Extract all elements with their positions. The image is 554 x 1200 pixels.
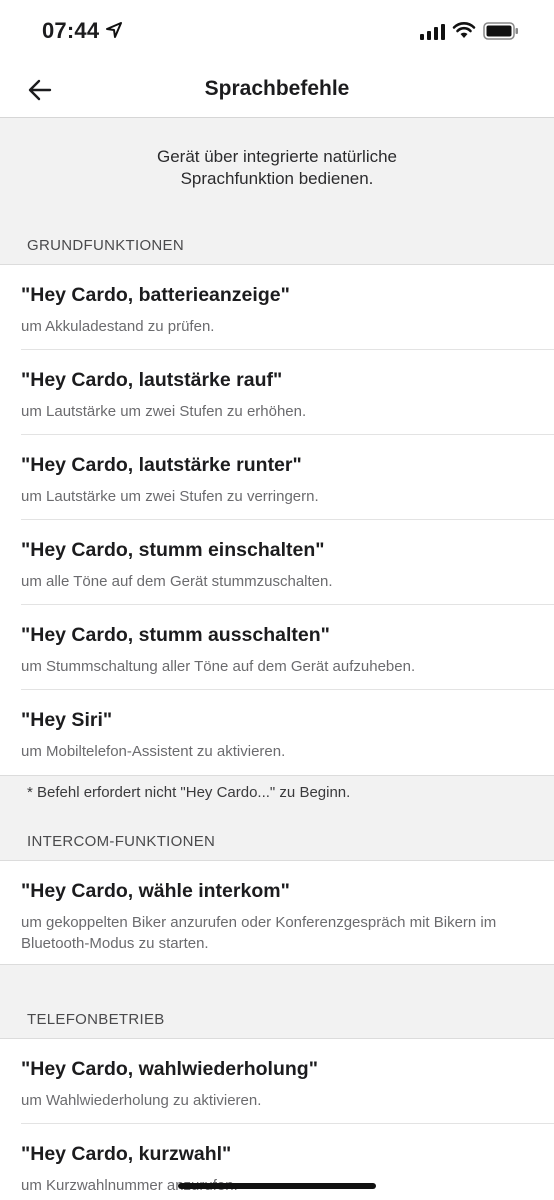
command-description: um Lautstärke um zwei Stufen zu verringe… (21, 488, 319, 505)
intro-line-1: Gerät über integrierte natürliche (156, 147, 398, 166)
status-time: 07:44 (42, 18, 100, 43)
status-bar: 07:44 (0, 0, 554, 62)
list-grundfunktionen: "Hey Cardo, batterieanzeige" um Akkulade… (0, 264, 554, 776)
command-text: "Hey Cardo, kurzwahl" (21, 1143, 232, 1165)
command-text: "Hey Cardo, stumm einschalten" (21, 539, 325, 561)
cellular-signal-icon (420, 24, 445, 40)
command-item-hey-siri[interactable]: "Hey Siri" um Mobiltelefon-Assistent zu … (0, 690, 554, 775)
page-title: Sprachbefehle (204, 77, 350, 100)
command-description: um alle Töne auf dem Gerät stummzuschalt… (21, 573, 333, 590)
command-item-lautstaerke-rauf[interactable]: "Hey Cardo, lautstärke rauf" um Lautstär… (0, 350, 554, 435)
command-description: um Akkuladestand zu prüfen. (21, 318, 215, 335)
command-item-wahlwiederholung[interactable]: "Hey Cardo, wahlwiederholung" um Wahlwie… (0, 1039, 554, 1124)
command-text: "Hey Cardo, wähle interkom" (21, 880, 290, 902)
command-text: "Hey Siri" (21, 709, 113, 731)
intro-line-2: Sprachfunktion bedienen. (180, 169, 374, 188)
list-telefonbetrieb: "Hey Cardo, wahlwiederholung" um Wahlwie… (0, 1038, 554, 1200)
intro-text: Gerät über integrierte natürliche Sprach… (0, 146, 554, 190)
command-description: um gekoppelten Biker anzurufen oder Konf… (21, 914, 497, 952)
command-item-batterieanzeige[interactable]: "Hey Cardo, batterieanzeige" um Akkulade… (0, 265, 554, 350)
section-header-telefonbetrieb: TELEFONBETRIEB (27, 1011, 165, 1028)
list-intercom: "Hey Cardo, wähle interkom" um gekoppelt… (0, 860, 554, 965)
command-description: um Mobiltelefon-Assistent zu aktivieren. (21, 743, 286, 760)
command-item-stumm-ausschalten[interactable]: "Hey Cardo, stumm ausschalten" um Stumms… (0, 605, 554, 690)
command-description: um Stummschaltung aller Töne auf dem Ger… (21, 658, 416, 675)
section-header-grundfunktionen: GRUNDFUNKTIONEN (27, 237, 184, 254)
command-text: "Hey Cardo, lautstärke rauf" (21, 369, 283, 391)
command-text: "Hey Cardo, wahlwiederholung" (21, 1058, 318, 1080)
nav-bar: Sprachbefehle (0, 62, 554, 118)
home-indicator[interactable] (178, 1183, 376, 1189)
command-item-lautstaerke-runter[interactable]: "Hey Cardo, lautstärke runter" um Lautst… (0, 435, 554, 520)
command-text: "Hey Cardo, lautstärke runter" (21, 454, 302, 476)
command-item-waehle-interkom[interactable]: "Hey Cardo, wähle interkom" um gekoppelt… (0, 861, 554, 964)
wifi-icon (452, 22, 476, 38)
command-text: "Hey Cardo, stumm ausschalten" (21, 624, 330, 646)
command-text: "Hey Cardo, batterieanzeige" (21, 284, 290, 306)
command-item-stumm-einschalten[interactable]: "Hey Cardo, stumm einschalten" um alle T… (0, 520, 554, 605)
footnote: * Befehl erfordert nicht "Hey Cardo..." … (27, 784, 351, 801)
command-description: um Wahlwiederholung zu aktivieren. (21, 1092, 262, 1109)
battery-icon (483, 22, 518, 40)
location-arrow-icon (106, 22, 122, 38)
command-description: um Lautstärke um zwei Stufen zu erhöhen. (21, 403, 307, 420)
section-header-intercom: INTERCOM-FUNKTIONEN (27, 833, 216, 850)
